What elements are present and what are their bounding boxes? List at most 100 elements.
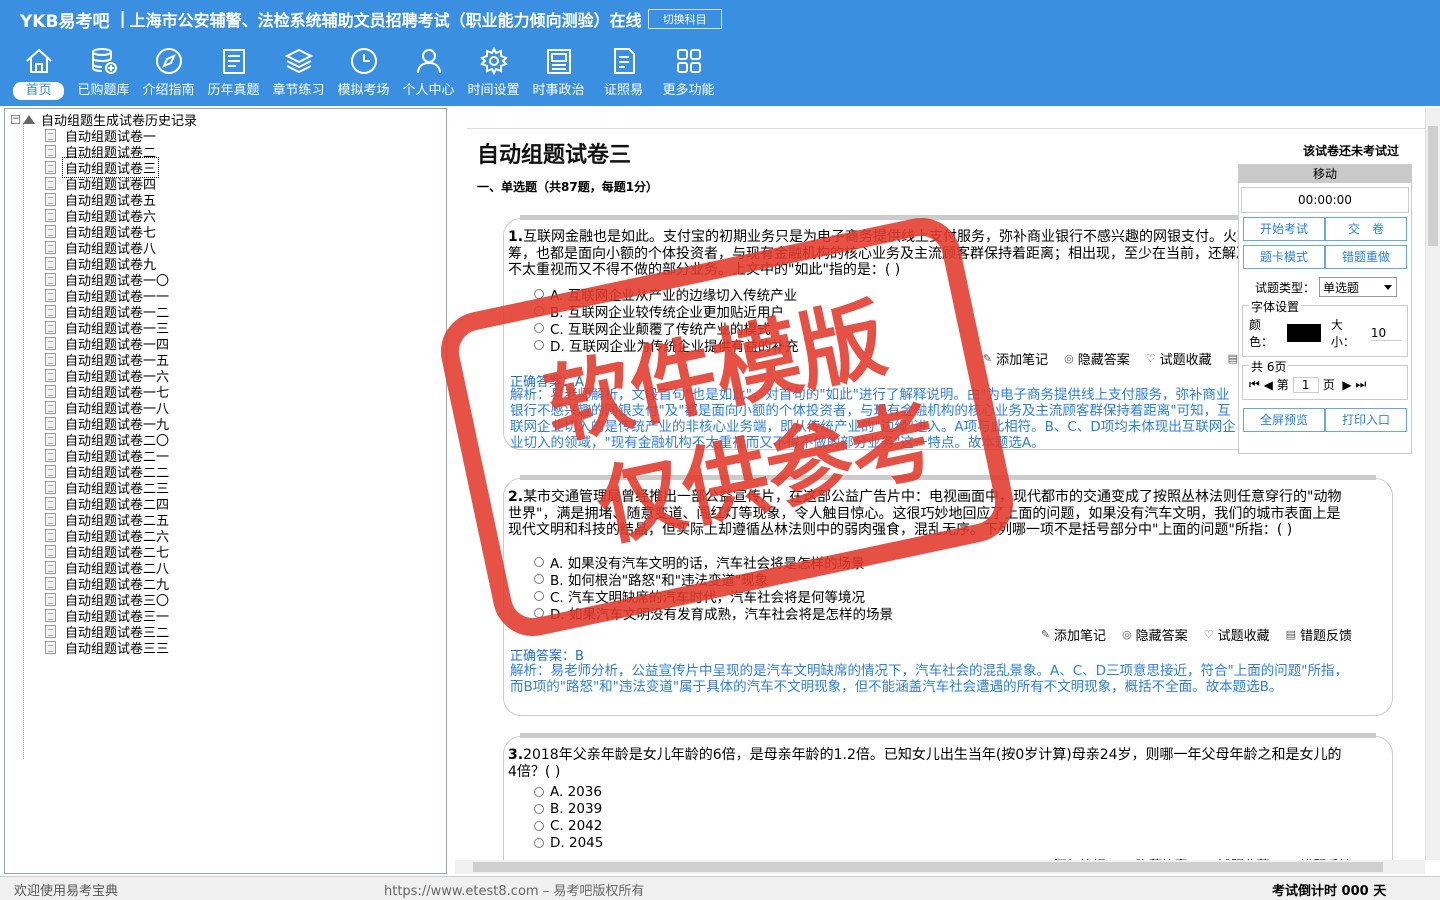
option-c[interactable]: C. 互联网企业颠覆了传统产业的模式 — [534, 319, 798, 338]
radio-button[interactable] — [534, 322, 544, 333]
tree-items: 自动组题试卷一 自动组题试卷二 自动组题试卷三 自动组题试卷四 自动组题试卷五 自动组题试… — [45, 127, 169, 657]
chevron-down-icon — [1384, 284, 1393, 290]
radio-button[interactable] — [534, 803, 544, 814]
submit-button[interactable]: 交 卷 — [1325, 217, 1407, 241]
first-page-icon[interactable]: ⏮ — [1249, 377, 1260, 392]
fullscreen-preview-button[interactable]: 全屏预览 — [1243, 408, 1325, 432]
document-icon — [45, 304, 56, 318]
question-type-label: 试题类型： — [1255, 280, 1316, 295]
start-exam-button[interactable]: 开始考试 — [1243, 217, 1325, 241]
redo-wrong-button[interactable]: 错题重做 — [1325, 245, 1407, 269]
document-icon — [45, 240, 56, 254]
next-page-icon[interactable]: ▶ — [1342, 378, 1351, 392]
nav-past-papers[interactable]: 历年真题 — [201, 46, 266, 104]
nav-guide[interactable]: 介绍指南 — [136, 46, 201, 104]
nav-home[interactable]: 首页 — [6, 46, 71, 104]
last-page-icon[interactable]: ⏭ — [1355, 377, 1366, 392]
scrollbar-thumb[interactable] — [473, 862, 1383, 872]
radio-button[interactable] — [534, 837, 544, 848]
radio-button[interactable] — [534, 305, 544, 316]
question-number: 1. — [508, 229, 524, 245]
document-icon — [45, 272, 56, 286]
collapse-icon[interactable]: − — [11, 114, 20, 124]
option-label: D. 如果汽车文明没有发育成熟，汽车社会将是怎样的场景 — [550, 606, 893, 623]
panel-drag-handle[interactable]: 移动 — [1239, 165, 1411, 183]
tree-item[interactable]: 自动组题试卷三三 — [45, 639, 169, 657]
status-welcome: 欢迎使用易考宝典 — [14, 884, 119, 899]
hide-answer-button[interactable]: ◎隐藏答案 — [1122, 625, 1188, 644]
radio-button[interactable] — [534, 607, 544, 618]
nav-label: 时事政治 — [532, 83, 585, 98]
radio-button[interactable] — [534, 556, 544, 567]
home-icon — [25, 48, 52, 73]
color-swatch[interactable] — [1286, 324, 1321, 342]
question-actions: ✎ 添加笔记 ◎ 隐藏答案 ♡ 试题收藏 ▤ — [967, 349, 1242, 368]
radio-button[interactable] — [534, 288, 544, 299]
nav-label: 个人中心 — [402, 83, 455, 98]
prev-page-icon[interactable]: ◀ — [1264, 378, 1273, 392]
page-prefix: 第 — [1276, 378, 1289, 392]
document-icon — [45, 352, 56, 366]
document-icon — [613, 48, 635, 74]
hide-answer-button[interactable]: ◎隐藏答案 — [1064, 349, 1130, 368]
nav-certificates[interactable]: 证照易 — [591, 46, 656, 104]
nav-time-settings[interactable]: 时间设置 — [461, 46, 526, 104]
option-a[interactable]: A. 2036 — [534, 783, 603, 800]
page-suffix: 页 — [1322, 378, 1335, 392]
radio-button[interactable] — [534, 339, 544, 350]
option-b[interactable]: B. 互联网企业较传统企业更加贴近用户 — [534, 302, 798, 321]
option-a[interactable]: A. 互联网企业从产业的边缘切入传统产业 — [534, 285, 798, 304]
document-icon — [45, 432, 56, 446]
panel-button-row: 题卡模式 错题重做 — [1239, 245, 1411, 269]
nav-current-affairs[interactable]: 时事政治 — [526, 46, 591, 104]
user-icon — [416, 49, 441, 74]
horizontal-scrollbar[interactable] — [455, 860, 1425, 874]
card-mode-button[interactable]: 题卡模式 — [1243, 245, 1325, 269]
size-input[interactable]: 10 — [1370, 326, 1402, 341]
nav-label: 更多功能 — [662, 83, 715, 98]
document-icon — [45, 528, 56, 542]
nav-purchased[interactable]: 已购题库 — [71, 46, 136, 104]
document-icon — [45, 384, 56, 398]
action-label: 试题收藏 — [1217, 629, 1270, 644]
favorite-button[interactable]: ♡试题收藏 — [1204, 625, 1270, 644]
option-d[interactable]: D. 2045 — [534, 834, 603, 851]
nav-mock-exam[interactable]: 模拟考场 — [331, 46, 396, 104]
add-note-button[interactable]: ✎添加笔记 — [983, 349, 1048, 368]
option-d[interactable]: D. 互联网企业为传统企业提供有益的补充 — [534, 336, 799, 355]
add-note-button[interactable]: ✎添加笔记 — [1041, 625, 1106, 644]
option-c[interactable]: C. 汽车文明缺席的汽车时代，汽车社会将是何等境况 — [534, 587, 893, 606]
vertical-scrollbar[interactable] — [1425, 108, 1440, 860]
switch-subject-button[interactable]: 切换科目 — [647, 9, 722, 29]
option-a[interactable]: A. 如果没有汽车文明的话，汽车社会将是怎样的场景 — [534, 553, 893, 572]
radio-button[interactable] — [534, 573, 544, 584]
scrollbar-thumb[interactable] — [1428, 126, 1438, 246]
radio-button[interactable] — [534, 590, 544, 601]
feedback-button[interactable]: ▤错题反馈 — [1286, 625, 1352, 644]
question-text: 某市交通管理局曾经推出一部公益宣传片，在这部公益广告片中：电视画面中，现代都市的… — [508, 489, 1342, 538]
pencil-icon: ✎ — [982, 352, 993, 365]
option-b[interactable]: B. 2039 — [534, 800, 603, 817]
app-window: YKB易考吧 | 上海市公安辅警、法检系统辅助文员招聘考试（职业能力倾向测验）在… — [0, 0, 1440, 900]
nav-personal-center[interactable]: 个人中心 — [396, 46, 461, 104]
option-label: D. 互联网企业为传统企业提供有益的补充 — [550, 338, 799, 355]
page-input[interactable]: 1 — [1292, 376, 1319, 393]
question-card: 3.2018年父亲年龄是女儿年龄的6倍，是母亲年龄的1.2倍。已知女儿出生当年(… — [503, 733, 1393, 860]
nav-label: 模拟考场 — [337, 83, 390, 98]
nav-more[interactable]: 更多功能 — [656, 46, 721, 104]
nav-label: 介绍指南 — [142, 83, 195, 98]
nav-label: 历年真题 — [207, 83, 260, 98]
option-b[interactable]: B. 如何根治"路怒"和"违法变道"现象 — [534, 570, 893, 589]
print-button[interactable]: 打印入口 — [1325, 408, 1407, 432]
pages-label: 共 6页 — [1249, 358, 1289, 375]
nav-chapter-practice[interactable]: 章节练习 — [266, 46, 331, 104]
document-icon — [45, 416, 56, 430]
option-c[interactable]: C. 2042 — [534, 817, 603, 834]
radio-button[interactable] — [534, 786, 544, 797]
answer-analysis: 解析：易老师解析，文段首句"也是如此"，对首句的"如此"进行了解释说明。由"为电… — [510, 387, 1236, 451]
option-d[interactable]: D. 如果汽车文明没有发育成熟，汽车社会将是怎样的场景 — [534, 604, 893, 623]
answer-analysis: 解析：易老师分析，公益宣传片中呈现的是汽车文明缺席的情况下，汽车社会的混乱景象。… — [510, 663, 1348, 695]
question-type-select[interactable]: 单选题 — [1319, 277, 1398, 297]
favorite-button[interactable]: ♡试题收藏 — [1146, 349, 1212, 368]
radio-button[interactable] — [534, 820, 544, 831]
